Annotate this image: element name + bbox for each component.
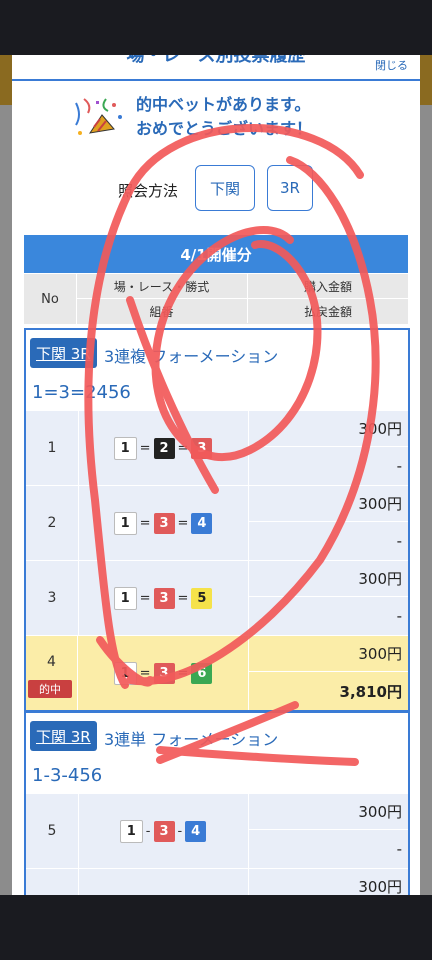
combo-sep: = [139,440,151,456]
party-popper-icon [75,98,122,135]
lookup-method-label: 照会方法 [118,182,179,200]
combo-sep: = [177,665,189,681]
table-row: 5 1-3-4 300円 - [26,793,408,868]
table-row: 2 1 = 3 = 4 300円 - [26,485,408,560]
combo-sep: = [139,590,151,606]
combo-sep: = [139,515,151,531]
boat-box: 1 [113,586,137,610]
col-race-header: 場・レース・勝式 [76,274,248,299]
col-combo-header: 組番 [76,299,248,323]
lookup-race-button[interactable]: 3R [267,165,313,211]
combo-boxes: 1 = 2 = 3 [78,411,249,485]
boat-box: 3 [153,512,175,534]
col-no-header: No [24,274,77,324]
combo-boxes: 1 = 3 = 6 [78,636,249,710]
purchase-amount: 300円 [249,561,408,597]
venue-race-link[interactable]: 下関 3R [30,721,97,751]
boat-box: 6 [191,662,213,684]
table-row: 1 1 = 2 = 3 300円 - [26,410,408,485]
boat-box: 5 [191,587,213,609]
boat-box: 3 [153,587,175,609]
payout-amount: - [396,840,402,858]
combo-boxes: 1-3-4 [78,794,249,868]
purchase-amount: 300円 [249,869,408,895]
combo-boxes [78,869,249,895]
status-bar [0,0,432,55]
boat-box: 1 [119,819,143,843]
col-payout-header: 払戻金額 [303,304,352,319]
row-no [26,869,79,895]
boat-box: 3 [153,820,175,842]
payout-amount: 3,810円 [339,682,402,701]
bet-block: 下関 3R 3連単 フォーメーション 1-3-456 5 1-3-4 300円 … [24,711,410,895]
modal-header: 場・レース別投票履歴 閉じる [12,55,420,81]
navigation-bar [0,895,432,960]
combo-summary: 1=3=2456 [32,382,131,403]
bet-block-header: 下関 3R 3連複 フォーメーション 1=3=2456 [26,330,408,410]
table-row-hit: 4 的中 1 = 3 = 6 300円 3,810円 [26,635,408,710]
bet-history-modal: 場・レース別投票履歴 閉じる 的中ベットがあります。 おめでとうございます！ 照… [12,55,420,895]
purchase-amount: 300円 [249,411,408,447]
combo-sep: = [177,590,189,606]
payout-amount: - [396,607,402,625]
bet-type: 3連複 フォーメーション [104,347,279,366]
boat-box: 1 [113,511,137,535]
lookup-venue-button[interactable]: 下関 [195,165,255,211]
combo-sep: = [139,665,151,681]
close-button[interactable]: 閉じる [375,57,408,73]
modal-title: 場・レース別投票履歴 [126,55,306,66]
row-no: 3 [26,561,79,635]
bet-block-header: 下関 3R 3連単 フォーメーション 1-3-456 [26,713,408,793]
bet-type: 3連単 フォーメーション [104,730,279,749]
boat-box: 3 [191,437,213,459]
payout-amount: - [396,457,402,475]
row-no: 5 [26,794,79,868]
hit-message-line2: おめでとうございます！ [136,119,313,138]
table-header: No 場・レース・勝式 組番 購入金額 払戻金額 [24,274,408,324]
row-no: 2 [26,486,79,560]
boat-box: 4 [191,512,213,534]
venue-race-link[interactable]: 下関 3R [30,338,97,368]
bet-block: 下関 3R 3連複 フォーメーション 1=3=2456 1 1 = 2 = 3 300円… [24,328,410,712]
row-no: 4 [26,636,78,710]
purchase-amount: 300円 [249,486,408,522]
combo-summary: 1-3-456 [32,765,103,786]
col-purchase-header: 購入金額 [248,274,408,299]
boat-box: 1 [113,661,137,685]
boat-box: 3 [153,662,175,684]
combo-sep: = [177,440,189,456]
payout-amount: - [396,532,402,550]
boat-box: 1 [113,436,137,460]
combo-boxes: 1 = 3 = 4 [78,486,249,560]
boat-box: 2 [153,437,175,459]
combo-sep: - [177,823,183,839]
hit-badge: 的中 [28,680,72,698]
purchase-amount: 300円 [249,636,408,672]
combo-boxes: 1 = 3 = 5 [78,561,249,635]
date-header: 4/1開催分 [24,235,408,273]
combo-sep: - [145,823,151,839]
hit-message-line1: 的中ベットがあります。 [136,95,311,114]
purchase-amount: 300円 [249,794,408,830]
row-no: 1 [26,411,79,485]
boat-box: 4 [185,820,207,842]
combo-sep: = [177,515,189,531]
table-row: 3 1 = 3 = 5 300円 - [26,560,408,635]
hit-message: 的中ベットがあります。 おめでとうございます！ [136,93,312,141]
table-row: 300円 [26,868,408,895]
